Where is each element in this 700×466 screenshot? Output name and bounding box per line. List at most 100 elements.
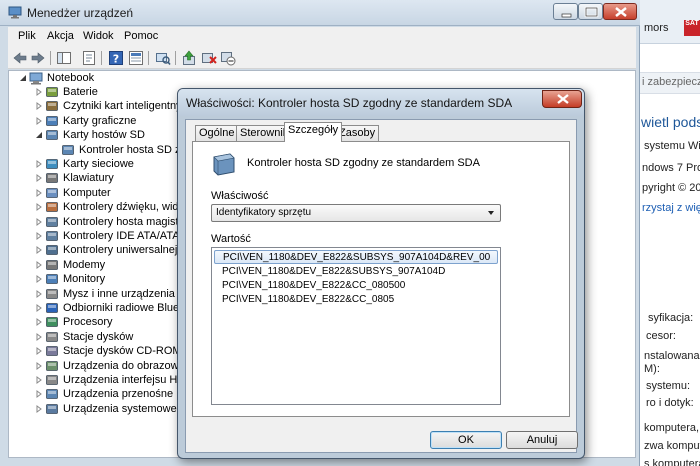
back-icon[interactable] [12,50,28,66]
close-icon [557,94,569,104]
expand-arrow-icon[interactable] [35,217,43,226]
expand-arrow-icon[interactable] [35,88,43,96]
forward-icon[interactable] [30,50,46,66]
expand-arrow-icon[interactable] [35,304,43,312]
console-tree-icon[interactable] [56,50,72,66]
help-icon[interactable]: ? [108,50,124,66]
disable-icon[interactable] [220,50,236,66]
tree-item-label: Stacje dysków [63,330,134,343]
expand-arrow-icon[interactable] [35,188,43,197]
menu-plik[interactable]: Plik [18,30,36,42]
collapse-arrow-icon[interactable] [19,74,27,82]
toolbar-separator [175,51,176,65]
background-text: pyright © 200 [642,182,700,194]
cdrom-icon [46,346,58,357]
background-heading: wietl podst [641,114,700,130]
tab-ogolne[interactable]: Ogólne [195,125,239,141]
expand-arrow-icon[interactable] [35,404,43,413]
device-name: Kontroler hosta SD zgodny ze standardem … [247,157,480,169]
expand-arrow-icon[interactable] [35,318,43,327]
keyboard-icon [46,173,58,184]
background-link[interactable]: rzystaj z wię [642,202,700,214]
window-title: Menedżer urządzeń [27,6,134,20]
modem-icon [46,259,58,270]
expand-arrow-icon[interactable] [35,116,43,125]
processor-icon [46,317,58,328]
device-manager-titlebar[interactable]: Menedżer urządzeń [0,0,640,26]
minimize-button[interactable] [553,3,578,20]
expand-arrow-icon[interactable] [35,376,43,384]
ok-button[interactable]: OK [430,431,502,449]
value-list-item[interactable]: PCI\VEN_1180&DEV_E822&CC_080500 [214,279,498,293]
value-label: Wartość [211,233,251,245]
background-text: ndows 7 Profe [642,162,700,174]
expand-arrow-icon[interactable] [35,174,43,183]
property-dropdown[interactable]: Identyfikatory sprzętu [211,204,501,222]
tab-szczegoly[interactable]: Szczegóły [284,122,343,142]
toolbar: ? [8,47,636,69]
display-adapter-icon [46,115,58,126]
cancel-button[interactable]: Anuluj [506,431,578,449]
tree-item-label: Baterie [63,86,98,98]
tree-item-label: Klawiatury [63,172,114,185]
tree-item-label: Urządzenia systemowe [63,402,177,415]
properties-icon[interactable] [81,50,97,66]
scan-hardware-icon[interactable] [155,50,171,66]
collapse-arrow-icon[interactable] [35,131,43,139]
background-text: s komputera: [644,458,700,466]
expand-arrow-icon[interactable] [35,275,43,284]
expand-arrow-icon[interactable] [35,347,43,356]
value-list-item[interactable]: PCI\VEN_1180&DEV_E822&SUBSYS_907A104D&RE… [214,250,498,264]
dialog-title: Właściwości: Kontroler hosta SD zgodny z… [186,96,513,110]
sd-host-icon [46,130,58,141]
background-text: cesor: [646,330,676,342]
background-tab[interactable]: mors [644,22,668,34]
value-list-item[interactable]: PCI\VEN_1180&DEV_E822&SUBSYS_907A104D [214,265,498,279]
menu-akcja[interactable]: Akcja [47,30,74,42]
tree-item-label: Kontrolery IDE ATA/ATAPI [63,230,190,242]
background-text: systemu: [646,380,691,392]
expand-arrow-icon[interactable] [35,260,43,269]
maximize-button[interactable] [578,3,603,20]
expand-arrow-icon[interactable] [35,332,43,341]
network-adapter-icon [46,159,58,169]
value-list-item[interactable]: PCI\VEN_1180&DEV_E822&CC_0805 [214,293,498,307]
sound-controller-icon [46,202,58,213]
uninstall-icon[interactable] [201,50,217,66]
device-manager-app-icon [8,6,22,19]
svg-text:?: ? [113,53,119,66]
dialog-close-button[interactable] [542,90,582,108]
expand-arrow-icon[interactable] [35,232,43,240]
dialog-titlebar[interactable]: Właściwości: Kontroler hosta SD zgodny z… [178,89,584,116]
expand-arrow-icon[interactable] [35,203,43,212]
value-list[interactable]: PCI\VEN_1180&DEV_E822&SUBSYS_907A104D&RE… [211,247,501,405]
sd-controller-icon [213,153,235,176]
ide-controller-icon [46,231,58,241]
toolbar-separator [50,51,51,65]
expand-arrow-icon[interactable] [35,160,43,168]
menu-pomoc[interactable]: Pomoc [124,30,158,42]
background-text: syfikacja: [648,312,694,324]
background-text: systemu Win [644,140,700,152]
ieee1394-icon [46,216,58,227]
expand-arrow-icon[interactable] [35,289,43,298]
expand-arrow-icon[interactable] [35,102,43,111]
menu-widok[interactable]: Widok [83,30,114,42]
expand-arrow-icon[interactable] [35,361,43,370]
sat-badge-icon: SAT [684,20,700,36]
disk-drive-icon [46,331,58,342]
view-icon[interactable] [128,50,144,66]
expand-arrow-icon[interactable] [35,246,43,255]
property-label: Właściwość [211,190,269,202]
battery-icon [46,87,58,97]
background-window: mors SAT i zabezpiecze wietl podst syste… [636,0,700,466]
close-button[interactable] [603,3,637,20]
toolbar-separator [101,51,102,65]
tree-item-label: Procesory [63,316,113,329]
background-text: M): [644,363,660,375]
update-driver-icon[interactable] [181,50,197,66]
maximize-icon [584,6,599,18]
background-text: ro i dotyk: [646,397,694,409]
tree-spacer-icon [51,146,59,154]
expand-arrow-icon[interactable] [35,390,43,399]
